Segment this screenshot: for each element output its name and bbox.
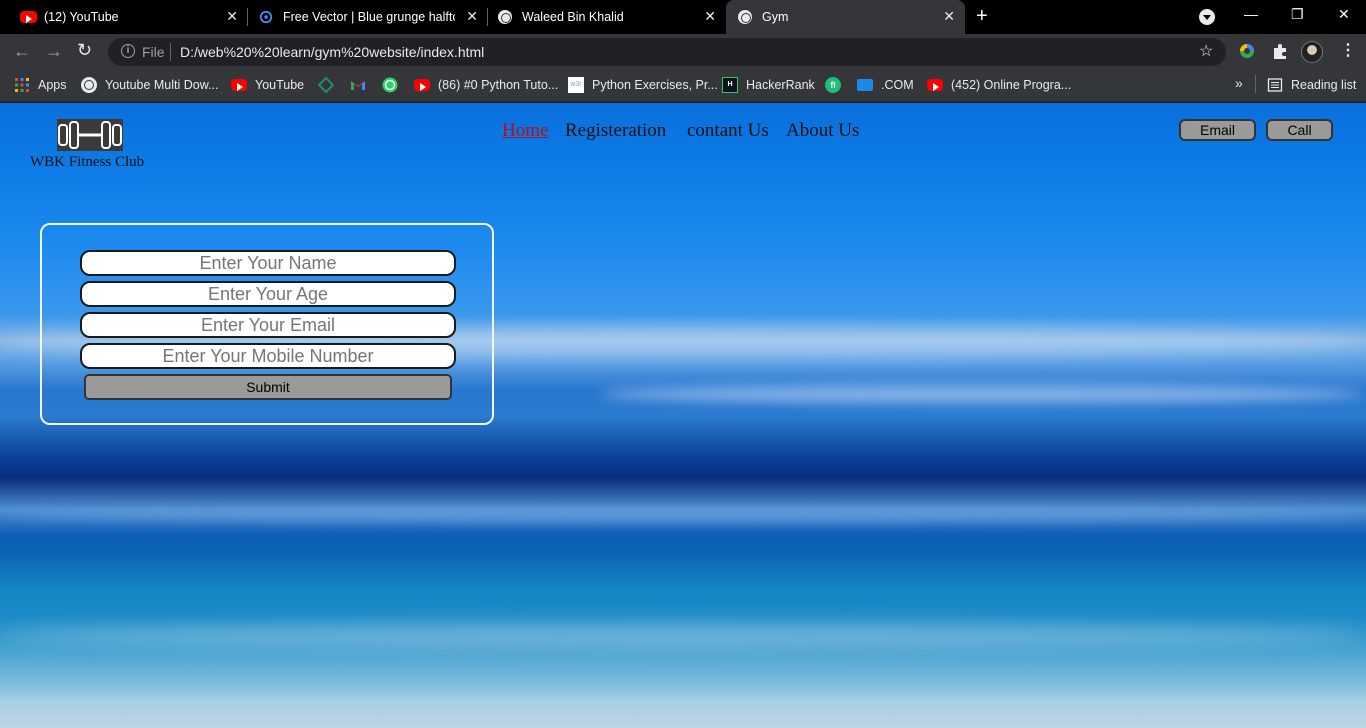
video-icon: [857, 79, 873, 91]
apps-grid-icon: [15, 78, 29, 92]
tab-free-vector[interactable]: Free Vector | Blue grunge halftone ✕: [248, 0, 488, 34]
freepik-icon: [259, 10, 273, 24]
whatsapp-icon: [382, 77, 398, 93]
minimize-icon[interactable]: —: [1244, 6, 1258, 22]
bookmark-youtube-multi[interactable]: Youtube Multi Dow...: [81, 76, 219, 94]
dumbbell-logo-icon[interactable]: [57, 119, 123, 151]
site-brand: WBK Fitness Club: [30, 154, 145, 170]
age-field[interactable]: Enter Your Age: [80, 281, 456, 307]
bookmark-hackerrank[interactable]: H HackerRank: [722, 76, 815, 94]
tab-strip: (12) YouTube ✕ Free Vector | Blue grunge…: [0, 0, 1366, 34]
background-streak: [600, 385, 1366, 403]
submit-button[interactable]: Submit: [84, 374, 452, 400]
youtube-icon: [927, 79, 943, 91]
reading-list-label: Reading list: [1291, 78, 1357, 92]
bookmark-label: (86) #0 Python Tuto...: [438, 78, 559, 92]
bookmark-diamond[interactable]: [318, 76, 342, 94]
globe-icon: [498, 10, 512, 24]
extension-google-icon[interactable]: [1238, 42, 1256, 60]
bookmark-label: Apps: [38, 78, 67, 92]
gmail-icon: [351, 81, 365, 90]
bookmark-online-programming[interactable]: (452) Online Progra...: [927, 76, 1071, 94]
avatar[interactable]: [1301, 41, 1323, 63]
reading-list[interactable]: Reading list: [1267, 76, 1356, 94]
email-button[interactable]: Email: [1179, 119, 1256, 141]
mobile-field[interactable]: Enter Your Mobile Number: [80, 343, 456, 369]
page-viewport: WBK Fitness Club Home Registeration cont…: [0, 103, 1366, 728]
bookmarks-divider: [1255, 75, 1256, 93]
close-icon[interactable]: ✕: [466, 8, 478, 25]
nav-registration[interactable]: Registeration: [565, 120, 666, 142]
tab-search-icon[interactable]: [1199, 9, 1215, 25]
reload-icon[interactable]: ↻: [77, 40, 92, 61]
bookmark-label: YouTube: [255, 78, 305, 92]
forward-arrow-icon[interactable]: →: [45, 41, 63, 62]
bookmark-com[interactable]: .COM: [857, 76, 914, 94]
nav-home[interactable]: Home: [502, 120, 548, 142]
omnibox-divider: [170, 43, 171, 61]
globe-icon: [81, 77, 97, 93]
background-streak: [0, 508, 1366, 522]
youtube-icon: [231, 79, 247, 91]
email-field[interactable]: Enter Your Email: [80, 312, 456, 338]
tab-title: (12) YouTube: [44, 10, 119, 24]
youtube-icon: [20, 11, 37, 23]
bookmark-fiverr[interactable]: fi: [825, 76, 849, 94]
new-tab-button[interactable]: +: [976, 5, 988, 28]
tab-waleed[interactable]: Waleed Bin Khalid ✕: [488, 0, 726, 34]
bookmark-label: .COM: [881, 78, 914, 92]
menu-icon[interactable]: ⋮: [1340, 40, 1356, 60]
close-window-icon[interactable]: ✕: [1338, 6, 1350, 23]
bookmark-apps[interactable]: Apps: [14, 76, 67, 94]
globe-icon: [738, 10, 752, 24]
hackerrank-icon: H: [722, 77, 738, 93]
back-arrow-icon[interactable]: ←: [13, 41, 31, 62]
bookmark-whatsapp[interactable]: [382, 76, 406, 94]
tab-title: Free Vector | Blue grunge halftone: [283, 10, 455, 24]
close-icon[interactable]: ✕: [943, 8, 955, 25]
tab-title: Gym: [762, 10, 789, 24]
restore-icon[interactable]: ❐: [1291, 6, 1304, 23]
background-streak: [0, 623, 1366, 649]
nav-about[interactable]: About Us: [786, 120, 859, 142]
bookmark-gmail[interactable]: [350, 76, 374, 94]
w3r-icon: w3r: [568, 77, 584, 93]
more-bookmarks-icon[interactable]: »: [1235, 75, 1243, 91]
tab-gym[interactable]: Gym ✕: [726, 0, 965, 34]
reading-list-icon: [1267, 78, 1283, 92]
close-icon[interactable]: ✕: [704, 8, 716, 25]
bookmark-python-tutorial[interactable]: (86) #0 Python Tuto...: [414, 76, 558, 94]
bookmark-youtube[interactable]: YouTube: [231, 76, 304, 94]
bookmark-label: (452) Online Progra...: [951, 78, 1072, 92]
bookmark-label: Youtube Multi Dow...: [105, 78, 219, 92]
nav-contact[interactable]: contant Us: [687, 120, 769, 142]
close-icon[interactable]: ✕: [226, 8, 238, 25]
star-icon[interactable]: ☆: [1199, 41, 1213, 61]
call-button[interactable]: Call: [1266, 119, 1333, 141]
scheme-label: File: [142, 44, 165, 60]
puzzle-icon[interactable]: [1271, 42, 1289, 60]
url-text[interactable]: D:/web%20%20learn/gym%20website/index.ht…: [180, 44, 484, 60]
tab-youtube[interactable]: (12) YouTube ✕: [0, 0, 248, 34]
fiverr-icon: fi: [825, 77, 841, 93]
youtube-icon: [414, 79, 430, 91]
name-field[interactable]: Enter Your Name: [80, 250, 456, 276]
tab-title: Waleed Bin Khalid: [522, 10, 624, 24]
diamond-icon: [318, 77, 334, 93]
bookmark-label: HackerRank: [746, 78, 815, 92]
bookmark-python-exercises[interactable]: w3r Python Exercises, Pr...: [568, 76, 718, 94]
registration-form: Enter Your Name Enter Your Age Enter You…: [40, 223, 494, 425]
bookmark-label: Python Exercises, Pr...: [592, 78, 718, 92]
info-icon[interactable]: i: [121, 44, 135, 58]
